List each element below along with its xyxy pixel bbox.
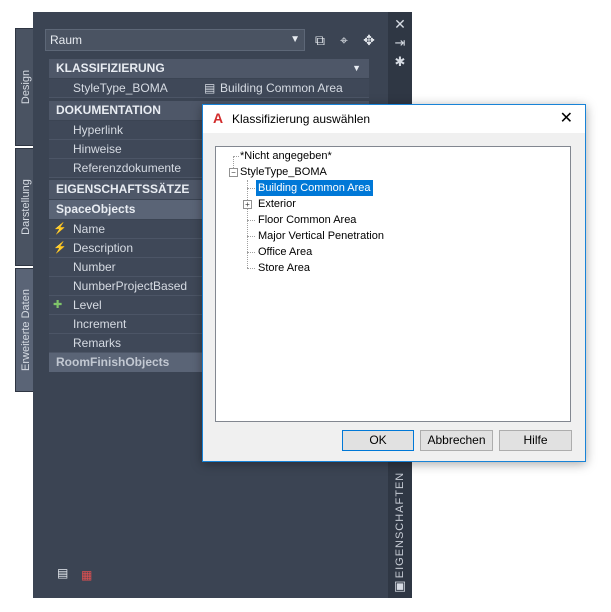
- propertyset-label: RoomFinishObjects: [56, 355, 170, 369]
- tab-erweiterte-daten-label: Erweiterte Daten: [20, 289, 32, 371]
- property-name: Description: [73, 241, 134, 255]
- dialog-titlebar: A Klassifizierung auswählen ✕: [203, 105, 585, 133]
- section-klassifizierung[interactable]: KLASSIFIZIERUNG ▼: [49, 59, 369, 78]
- property-name: StyleType_BOMA: [73, 81, 168, 95]
- autocad-logo-icon: A: [213, 110, 224, 126]
- property-value: Building Common Area: [220, 81, 343, 95]
- section-eigenschaftssaetze-label: EIGENSCHAFTSSÄTZE: [56, 182, 190, 196]
- help-button[interactable]: Hilfe: [499, 430, 572, 451]
- section-klassifizierung-label: KLASSIFIZIERUNG: [56, 61, 165, 75]
- tree-node-not-specified[interactable]: *Nicht angegeben*: [238, 148, 334, 164]
- settings-icon[interactable]: ✱: [392, 54, 408, 70]
- object-type-combo[interactable]: Raum ▼: [45, 29, 305, 51]
- quick-select-icon[interactable]: ⧉: [311, 31, 329, 49]
- tree-node-exterior[interactable]: Exterior: [256, 196, 298, 212]
- close-icon[interactable]: ✕: [560, 108, 573, 128]
- palette-menu-icon[interactable]: ▣: [392, 578, 408, 594]
- tree-node-office-area[interactable]: Office Area: [256, 244, 314, 260]
- property-name: Number: [73, 260, 116, 274]
- property-name: Increment: [73, 317, 127, 331]
- chevron-down-icon[interactable]: ▼: [290, 30, 300, 50]
- section-dokumentation-label: DOKUMENTATION: [56, 103, 161, 117]
- property-name: Level: [73, 298, 102, 312]
- property-name: Remarks: [73, 336, 122, 350]
- select-objects-icon[interactable]: ⌖: [335, 31, 353, 49]
- tab-darstellung-label: Darstellung: [20, 179, 32, 235]
- propertyset-label: SpaceObjects: [56, 202, 136, 216]
- tree-line: [247, 268, 255, 269]
- tree-line: [247, 236, 255, 237]
- tree-node-major-vertical-penetration[interactable]: Major Vertical Penetration: [256, 228, 386, 244]
- tree-node-store-area[interactable]: Store Area: [256, 260, 312, 276]
- remove-propertyset-icon[interactable]: ▦: [81, 568, 95, 582]
- object-type-value: Raum: [50, 33, 83, 47]
- list-icon: ▤: [204, 81, 216, 95]
- classification-tree[interactable]: *Nicht angegeben* − StyleType_BOMA Build…: [215, 146, 571, 422]
- tree-line: [247, 188, 255, 189]
- expand-icon[interactable]: +: [243, 200, 252, 209]
- formula-icon: ⚡: [53, 223, 67, 235]
- property-name: Referenzdokumente: [73, 161, 182, 175]
- collapse-icon[interactable]: −: [229, 168, 238, 177]
- property-name: Name: [73, 222, 106, 236]
- tree-node-floor-common-area[interactable]: Floor Common Area: [256, 212, 358, 228]
- tree-line: [247, 252, 255, 253]
- collapse-icon[interactable]: ▼: [352, 59, 361, 78]
- add-propertyset-icon: ✚: [53, 299, 63, 311]
- property-name: NumberProjectBased: [73, 279, 188, 293]
- palette-title-label: EIGENSCHAFTEN: [394, 471, 406, 579]
- classification-dialog: A Klassifizierung auswählen ✕ *Nicht ang…: [202, 104, 586, 462]
- tree-line: [247, 220, 255, 221]
- add-propertyset-icon[interactable]: ▤: [57, 566, 71, 580]
- formula-icon: ⚡: [53, 242, 67, 254]
- property-name: Hyperlink: [73, 123, 124, 137]
- tree-node-building-common-area[interactable]: Building Common Area: [256, 180, 373, 196]
- pickadd-icon[interactable]: ✥: [360, 31, 378, 49]
- dialog-title: Klassifizierung auswählen: [232, 112, 371, 126]
- tree-node-root[interactable]: StyleType_BOMA: [238, 164, 329, 180]
- tab-design-label: Design: [20, 69, 32, 105]
- autohide-icon[interactable]: ⇥: [392, 35, 408, 51]
- cancel-button[interactable]: Abbrechen: [420, 430, 493, 451]
- property-styletype[interactable]: StyleType_BOMA ▤ Building Common Area: [49, 79, 369, 98]
- close-icon[interactable]: ✕: [392, 16, 408, 32]
- tree-line: [247, 180, 248, 268]
- property-name: Hinweise: [73, 142, 122, 156]
- ok-button[interactable]: OK: [342, 430, 414, 451]
- palette-title: EIGENSCHAFTEN: [392, 470, 408, 580]
